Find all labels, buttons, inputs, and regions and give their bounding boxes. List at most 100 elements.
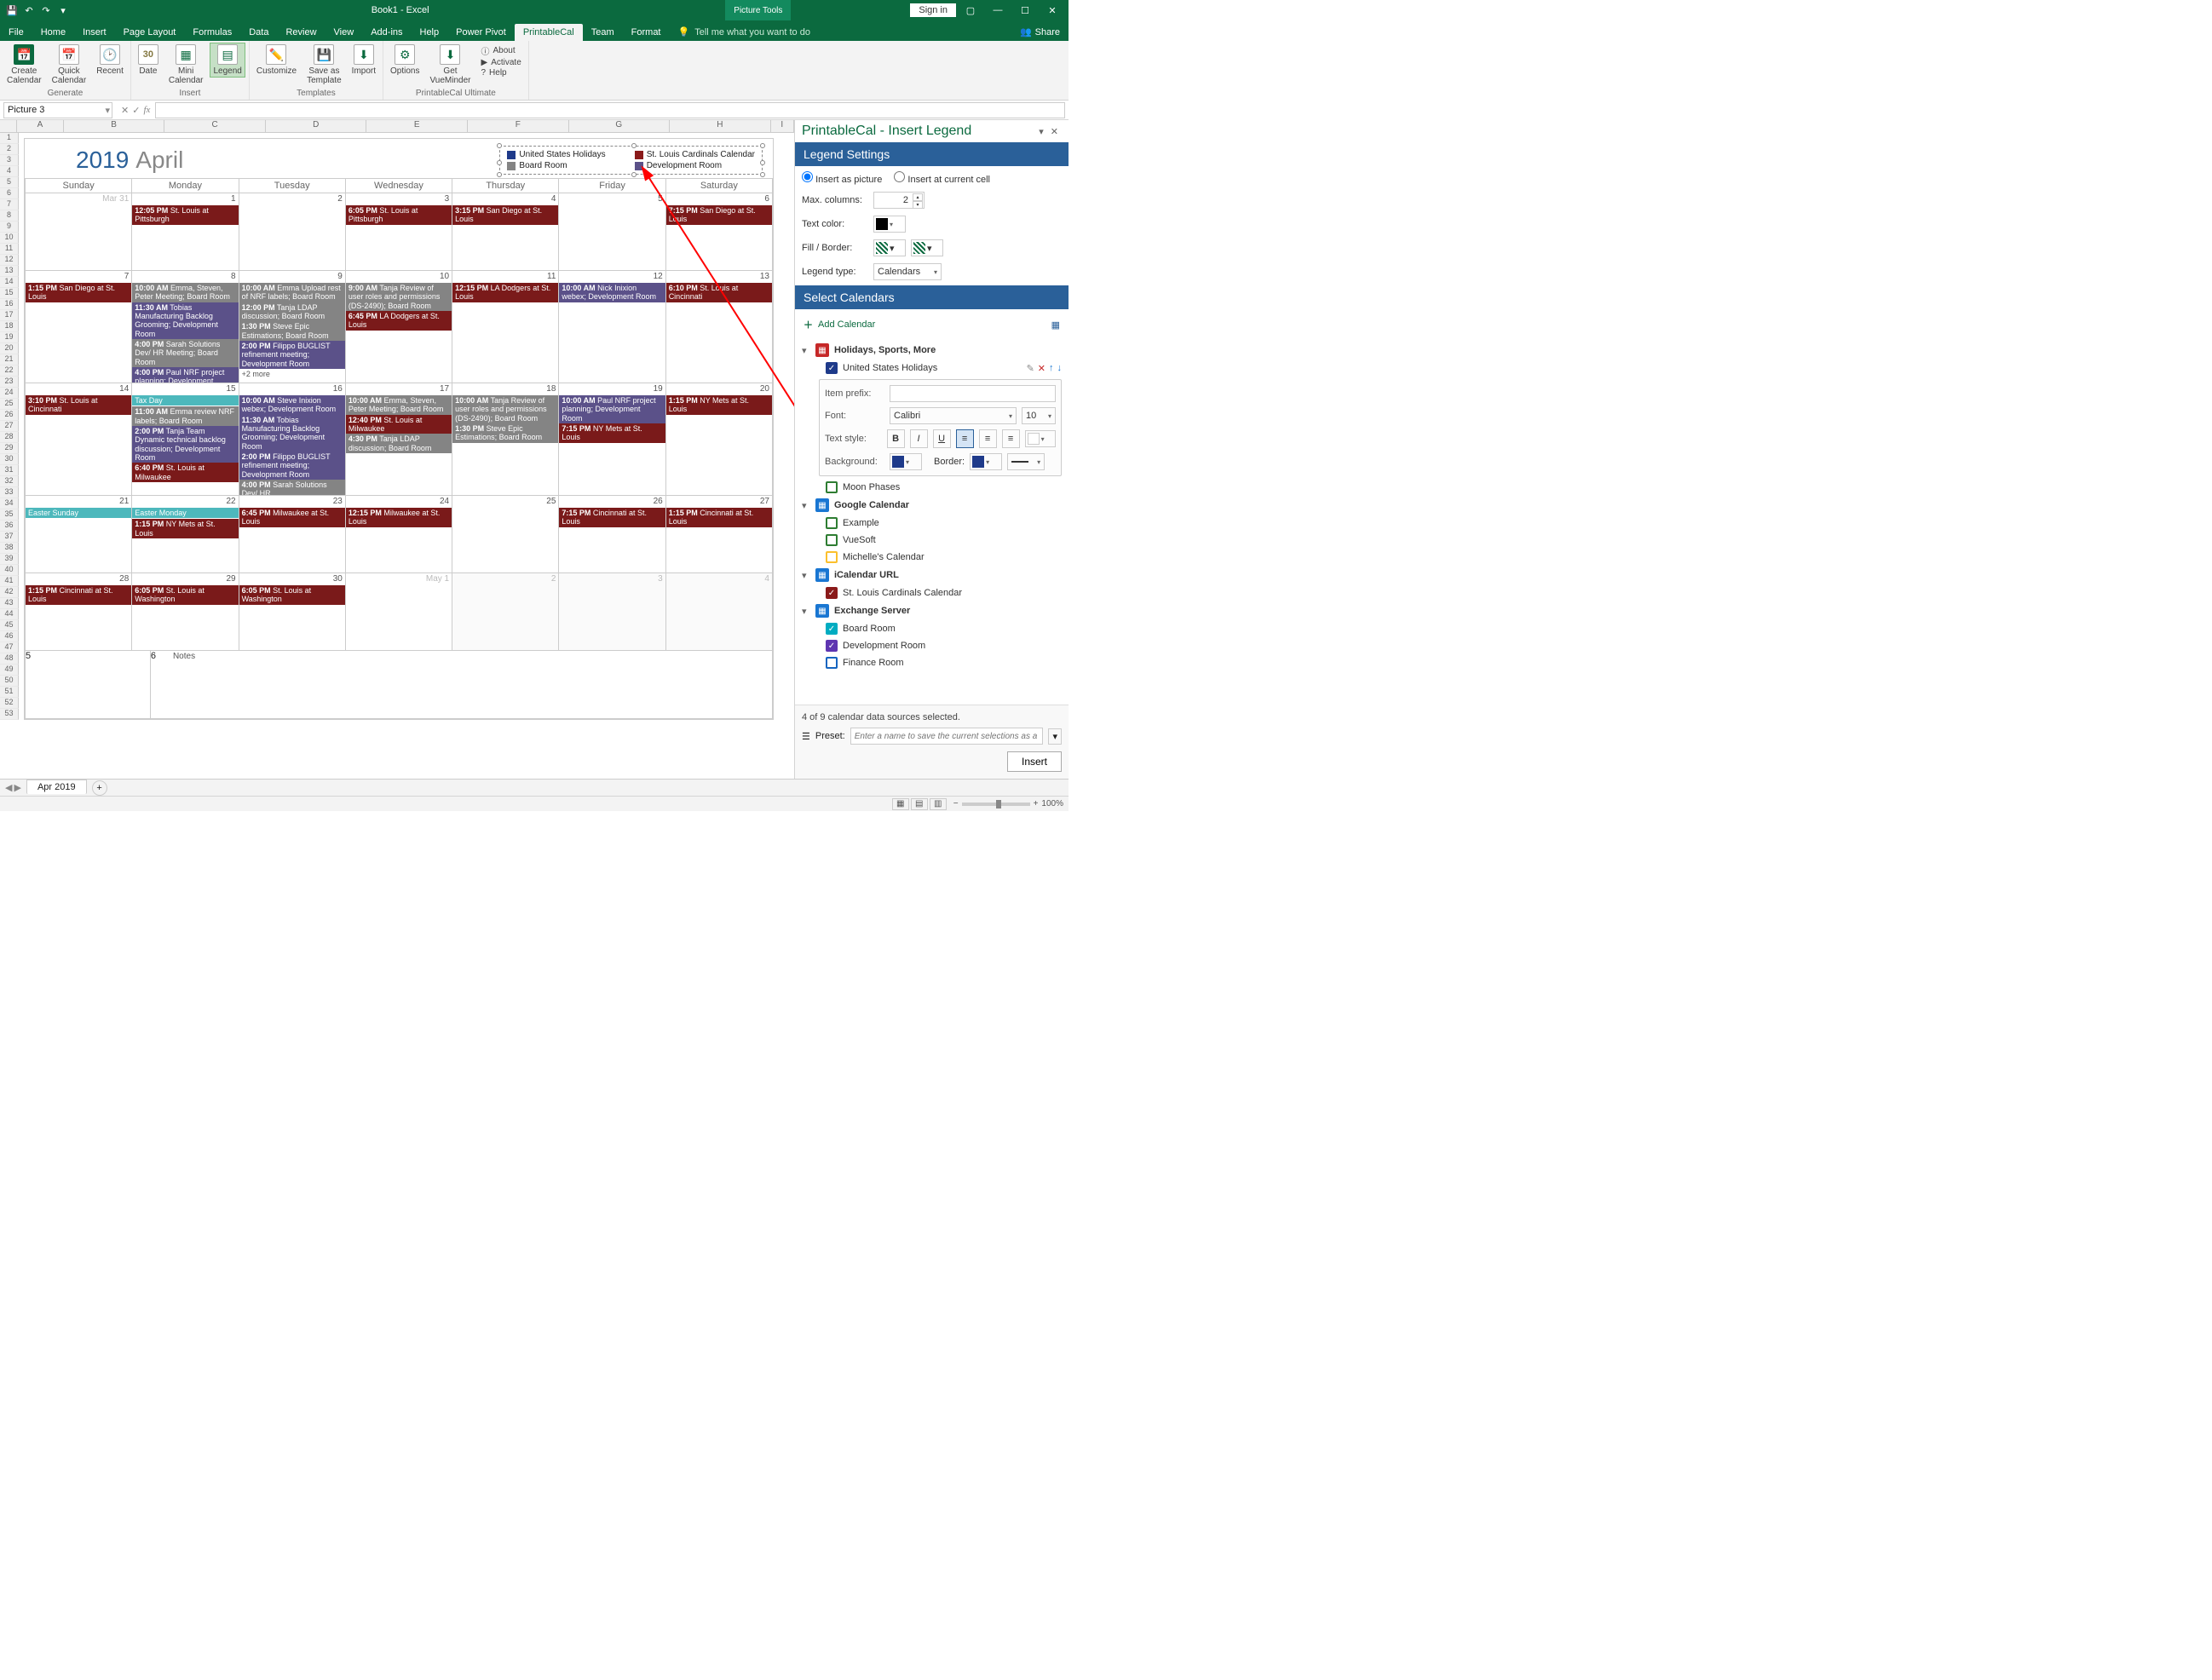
checkbox[interactable]: ✓ xyxy=(826,623,838,635)
row-header[interactable]: 29 xyxy=(0,443,19,454)
row-header[interactable]: 4 xyxy=(0,166,19,177)
col-header[interactable]: I xyxy=(771,120,794,132)
row-header[interactable]: 26 xyxy=(0,410,19,421)
col-header[interactable]: F xyxy=(468,120,569,132)
text-color-picker[interactable]: ▾ xyxy=(873,216,906,233)
mini-calendar-button[interactable]: ▦Mini Calendar xyxy=(165,43,207,87)
view-toggle-icon[interactable]: ▦ xyxy=(1051,319,1060,331)
worksheet-grid[interactable]: ABCDEFGHI 123456789101112131415161718192… xyxy=(0,120,794,779)
date-button[interactable]: 30Date xyxy=(135,43,162,78)
checkbox[interactable]: ✓ xyxy=(826,362,838,374)
tab-power-pivot[interactable]: Power Pivot xyxy=(447,24,515,41)
ribbon-display-options-icon[interactable]: ▢ xyxy=(958,0,983,20)
border-style-select[interactable]: ▾ xyxy=(1007,453,1045,470)
tell-me-search[interactable]: 💡Tell me what you want to do xyxy=(670,23,819,41)
row-header[interactable]: 53 xyxy=(0,709,19,720)
row-header[interactable]: 18 xyxy=(0,321,19,332)
insert-at-cell-radio[interactable]: Insert at current cell xyxy=(894,171,990,185)
zoom-value[interactable]: 100% xyxy=(1041,799,1063,808)
text-style-color[interactable]: ▾ xyxy=(1025,430,1056,447)
caret-icon[interactable]: ▾ xyxy=(802,345,810,356)
checkbox[interactable] xyxy=(826,551,838,563)
zoom-in-icon[interactable]: + xyxy=(1034,799,1039,808)
tree-group[interactable]: ▾▦Holidays, Sports, More xyxy=(802,342,1062,359)
row-header[interactable]: 12 xyxy=(0,255,19,266)
tab-formulas[interactable]: Formulas xyxy=(184,24,240,41)
namebox-dropdown-icon[interactable]: ▾ xyxy=(105,105,110,116)
tree-item[interactable]: ✓Board Room xyxy=(802,621,1062,636)
redo-icon[interactable]: ↷ xyxy=(39,3,53,17)
maximize-icon[interactable]: ☐ xyxy=(1012,0,1038,20)
help-button[interactable]: ?Help xyxy=(481,68,521,78)
row-header[interactable]: 31 xyxy=(0,465,19,476)
undo-icon[interactable]: ↶ xyxy=(22,3,36,17)
row-header[interactable]: 45 xyxy=(0,620,19,631)
row-header[interactable]: 17 xyxy=(0,310,19,321)
spin-up-icon[interactable]: ▴ xyxy=(913,193,923,201)
col-header[interactable]: G xyxy=(569,120,671,132)
row-header[interactable]: 20 xyxy=(0,343,19,354)
get-vueminder-button[interactable]: ⬇Get VueMinder xyxy=(426,43,474,87)
tree-group[interactable]: ▾▦Exchange Server xyxy=(802,602,1062,619)
save-icon[interactable]: 💾 xyxy=(5,3,19,17)
customize-button[interactable]: ✏️Customize xyxy=(253,43,300,78)
tab-data[interactable]: Data xyxy=(240,24,277,41)
normal-view-icon[interactable]: ▦ xyxy=(892,798,909,810)
save-as-template-button[interactable]: 💾Save as Template xyxy=(303,43,345,87)
sheet-tab-active[interactable]: Apr 2019 xyxy=(26,780,87,794)
preset-dropdown-icon[interactable]: ▾ xyxy=(1048,728,1062,745)
cancel-formula-icon[interactable]: ✕ xyxy=(121,105,129,116)
row-header[interactable]: 51 xyxy=(0,687,19,698)
tree-group[interactable]: ▾▦Google Calendar xyxy=(802,497,1062,514)
fill-pattern-picker[interactable]: ▾ xyxy=(873,239,906,256)
tree-item[interactable]: Michelle's Calendar xyxy=(802,549,1062,565)
close-icon[interactable]: ✕ xyxy=(1040,0,1065,20)
caret-icon[interactable]: ▾ xyxy=(802,500,810,511)
checkbox[interactable] xyxy=(826,534,838,546)
row-header[interactable]: 10 xyxy=(0,233,19,244)
row-header[interactable]: 13 xyxy=(0,266,19,277)
italic-button[interactable]: I xyxy=(910,429,928,448)
add-calendar-button[interactable]: Add Calendar xyxy=(818,319,875,330)
tab-help[interactable]: Help xyxy=(412,24,448,41)
row-header[interactable]: 8 xyxy=(0,210,19,222)
col-header[interactable]: D xyxy=(266,120,367,132)
row-header[interactable]: 14 xyxy=(0,277,19,288)
row-header[interactable]: 46 xyxy=(0,631,19,642)
signin-button[interactable]: Sign in xyxy=(910,3,956,17)
tree-group[interactable]: ▾▦iCalendar URL xyxy=(802,567,1062,584)
legend-button[interactable]: ▤Legend xyxy=(210,43,245,78)
preset-list-icon[interactable]: ☰ xyxy=(802,731,810,742)
insert-as-picture-radio[interactable]: Insert as picture xyxy=(802,171,882,185)
options-button[interactable]: ⚙Options xyxy=(387,43,423,78)
spin-down-icon[interactable]: ▾ xyxy=(913,201,923,209)
tab-printablecal[interactable]: PrintableCal xyxy=(515,24,583,41)
row-header[interactable]: 34 xyxy=(0,498,19,509)
insert-function-icon[interactable]: fx xyxy=(143,105,150,116)
tab-nav-next-icon[interactable]: ▶ xyxy=(14,782,20,793)
col-header[interactable]: H xyxy=(670,120,771,132)
item-prefix-input[interactable] xyxy=(890,385,1056,402)
row-header[interactable]: 6 xyxy=(0,188,19,199)
zoom-slider[interactable] xyxy=(962,803,1030,806)
row-header[interactable]: 27 xyxy=(0,421,19,432)
row-header[interactable]: 42 xyxy=(0,587,19,598)
pane-dropdown-icon[interactable]: ▾ xyxy=(1035,124,1047,139)
align-right-button[interactable]: ≡ xyxy=(1002,429,1020,448)
row-header[interactable]: 40 xyxy=(0,565,19,576)
checkbox[interactable]: ✓ xyxy=(826,587,838,599)
max-columns-input[interactable]: 2▴▾ xyxy=(873,192,925,209)
name-box[interactable]: Picture 3▾ xyxy=(3,102,112,118)
move-down-icon[interactable]: ↓ xyxy=(1057,363,1063,374)
row-header[interactable]: 41 xyxy=(0,576,19,587)
formula-input[interactable] xyxy=(155,102,1065,118)
row-header[interactable]: 24 xyxy=(0,388,19,399)
select-all-corner[interactable] xyxy=(0,120,17,132)
recent-button[interactable]: 🕑Recent xyxy=(93,43,127,78)
caret-icon[interactable]: ▾ xyxy=(802,606,810,617)
underline-button[interactable]: U xyxy=(933,429,951,448)
row-header[interactable]: 23 xyxy=(0,377,19,388)
row-header[interactable]: 11 xyxy=(0,244,19,255)
insert-button[interactable]: Insert xyxy=(1007,751,1062,772)
pane-close-icon[interactable]: ✕ xyxy=(1047,124,1062,139)
